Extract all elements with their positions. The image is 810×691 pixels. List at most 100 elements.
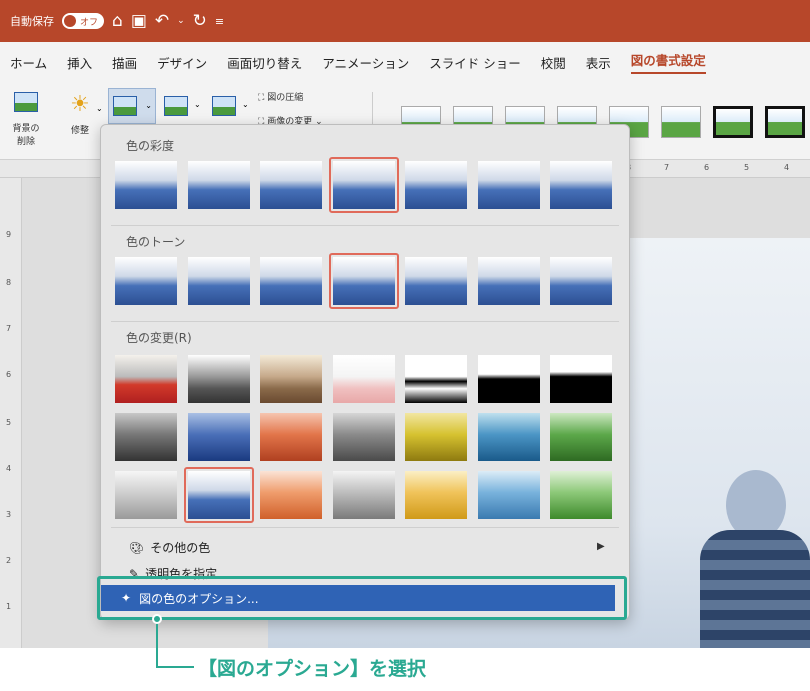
color-preset-thumb[interactable] <box>477 471 540 519</box>
artistic-effects-icon[interactable] <box>164 96 188 116</box>
color-preset-thumb[interactable] <box>405 257 467 305</box>
annotation-line-vertical <box>156 620 158 668</box>
customize-icon[interactable]: ≡ <box>215 15 224 28</box>
color-preset-thumb[interactable] <box>550 355 612 403</box>
color-dropdown-panel: 色の彩度 色のトーン 色の変更(R) 🎨︎ その他の色 ▶ ✎ 透明色を指定 <box>100 124 630 620</box>
color-preset-thumb[interactable] <box>187 413 250 461</box>
color-preset-thumb[interactable] <box>405 471 467 519</box>
tab-draw[interactable]: 描画 <box>112 53 137 72</box>
color-preset-thumb[interactable] <box>260 257 322 305</box>
tone-title: 色のトーン <box>126 235 186 249</box>
more-colors-item[interactable]: 🎨︎ その他の色 <box>129 539 210 556</box>
color-button[interactable]: ⌄ <box>108 88 156 124</box>
vertical-ruler: 9 8 7 6 5 4 3 2 1 <box>0 178 22 648</box>
color-preset-thumb[interactable] <box>332 413 395 461</box>
color-preset-thumb[interactable] <box>477 257 540 305</box>
tab-picture-format[interactable]: 図の書式設定 <box>630 50 706 74</box>
saturation-title: 色の彩度 <box>126 139 175 153</box>
color-preset-thumb[interactable] <box>260 161 322 209</box>
color-preset-thumb[interactable] <box>260 413 322 461</box>
tab-design[interactable]: デザイン <box>157 53 207 72</box>
color-preset-thumb[interactable] <box>187 257 250 305</box>
ruler-tick: 8 <box>6 278 12 287</box>
ruler-tick: 3 <box>6 510 12 519</box>
corrections-chevron-icon[interactable]: ⌄ <box>96 104 103 113</box>
ruler-tick: 1 <box>6 602 12 611</box>
undo-dropdown-icon[interactable]: ⌄ <box>177 16 185 26</box>
toggle-knob <box>64 15 76 27</box>
ruler-tick: 7 <box>6 324 12 333</box>
picture-style-thumb[interactable] <box>713 106 753 138</box>
color-picture-icon <box>113 96 137 116</box>
undo-icon[interactable]: ↶ <box>155 11 169 31</box>
color-preset-thumb[interactable] <box>550 161 612 209</box>
recolor-title: 色の変更(R) <box>126 331 192 345</box>
divider <box>111 527 619 528</box>
tab-view[interactable]: 表示 <box>586 53 611 72</box>
remove-background-icon <box>14 92 38 112</box>
compress-label: 図の圧縮 <box>267 93 304 103</box>
color-preset-thumb[interactable] <box>115 161 177 209</box>
autosave-toggle[interactable]: オフ <box>62 13 105 29</box>
redo-icon[interactable]: ↻ <box>193 11 207 31</box>
remove-background-button[interactable]: 背景の 削除 <box>10 92 42 147</box>
color-preset-thumb[interactable] <box>405 355 467 403</box>
tab-transitions[interactable]: 画面切り替え <box>227 53 302 72</box>
color-preset-thumb[interactable] <box>332 355 395 403</box>
title-bar: 自動保存 オフ ⌂ ▣ ↶ ⌄ ↻ ≡ <box>0 0 810 42</box>
color-preset-thumb[interactable] <box>115 413 177 461</box>
remove-bg-label-1: 背景の <box>12 124 40 134</box>
selected-preset-outline <box>328 253 399 309</box>
more-colors-label: その他の色 <box>150 541 211 555</box>
compress-icon: ⛶ <box>258 93 265 103</box>
tab-animations[interactable]: アニメーション <box>322 53 409 72</box>
ruler-tick: 6 <box>6 370 12 379</box>
color-preset-thumb[interactable] <box>550 413 612 461</box>
color-preset-thumb[interactable] <box>115 355 177 403</box>
color-preset-thumb[interactable] <box>550 471 612 519</box>
selected-preset-outline <box>183 467 254 523</box>
ruler-tick: 6 <box>704 163 710 172</box>
tab-insert[interactable]: 挿入 <box>67 53 92 72</box>
ruler-tick: 4 <box>6 464 12 473</box>
color-preset-thumb[interactable] <box>187 161 250 209</box>
ruler-tick: 4 <box>784 163 790 172</box>
color-preset-thumb[interactable] <box>477 355 540 403</box>
picture-style-thumb[interactable] <box>765 106 805 138</box>
annotation-text: 【図のオプション】を選択 <box>198 658 427 680</box>
corrections-button[interactable]: ☀ 修整 <box>62 92 98 136</box>
annotation-dot <box>152 614 162 624</box>
tab-slideshow[interactable]: スライド ショー <box>429 53 520 72</box>
picture-style-thumb[interactable] <box>661 106 701 138</box>
color-preset-thumb[interactable] <box>260 471 322 519</box>
transparency-chevron-icon[interactable]: ⌄ <box>242 100 249 109</box>
color-preset-thumb[interactable] <box>260 355 322 403</box>
divider <box>111 321 619 322</box>
color-preset-thumb[interactable] <box>115 471 177 519</box>
child-figure <box>700 470 810 648</box>
ruler-tick: 9 <box>6 230 12 239</box>
transparency-icon[interactable] <box>212 96 236 116</box>
compress-button[interactable]: ⛶ 図の圧縮 <box>258 90 303 103</box>
home-icon[interactable]: ⌂ <box>112 11 123 31</box>
artistic-chevron-icon[interactable]: ⌄ <box>194 100 201 109</box>
color-preset-thumb[interactable] <box>332 471 395 519</box>
tab-home[interactable]: ホーム <box>10 53 47 72</box>
divider <box>111 225 619 226</box>
color-preset-thumb[interactable] <box>477 161 540 209</box>
color-preset-thumb[interactable] <box>550 257 612 305</box>
color-preset-thumb[interactable] <box>477 413 540 461</box>
color-preset-thumb[interactable] <box>115 257 177 305</box>
submenu-arrow-icon: ▶ <box>597 541 605 552</box>
autosave-label: 自動保存 <box>10 15 54 28</box>
child-body <box>700 530 810 648</box>
toggle-label: オフ <box>80 17 99 28</box>
ruler-tick: 7 <box>664 163 670 172</box>
tab-review[interactable]: 校閲 <box>541 53 566 72</box>
color-preset-thumb[interactable] <box>405 413 467 461</box>
color-preset-thumb[interactable] <box>405 161 467 209</box>
annotation-line-horizontal <box>156 666 194 668</box>
color-preset-thumb[interactable] <box>187 355 250 403</box>
selected-preset-outline <box>328 157 399 213</box>
save-icon[interactable]: ▣ <box>131 11 147 31</box>
